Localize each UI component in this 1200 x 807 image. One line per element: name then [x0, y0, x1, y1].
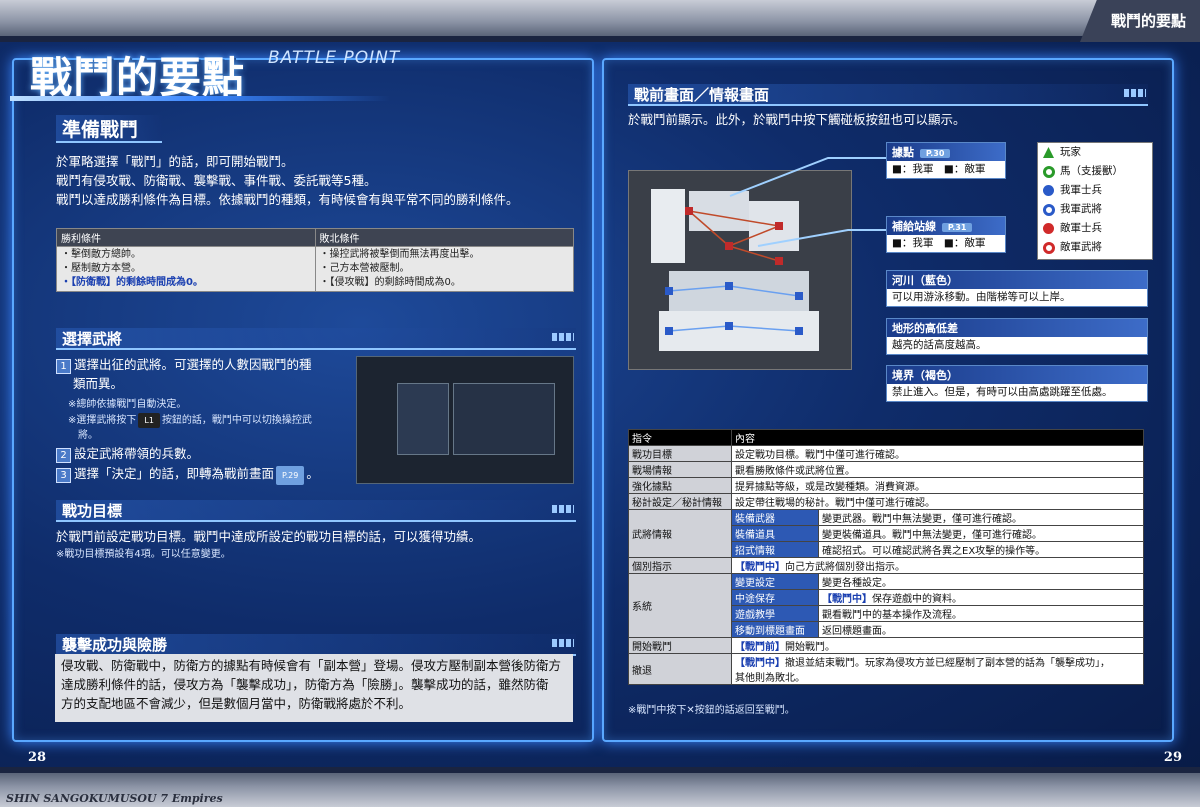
legend-enemy-general: 敵軍武將 [1038, 238, 1152, 257]
table-row: 開始戰鬥 【戰鬥前】開始戰鬥。 [628, 637, 1144, 654]
top-bar [0, 0, 1200, 36]
prebattle-heading: 戰前畫面／情報畫面 [628, 84, 1148, 106]
prep-line-2: 戰鬥有侵攻戰、防衛戰、襲擊戰、事件戰、委託戰等5種。 [56, 173, 377, 188]
prep-line-1: 於軍略選擇「戰鬥」的話，即可開始戰鬥。 [56, 154, 294, 169]
table-row: 戰功目標 設定戰功目標。戰鬥中僅可進行確認。 [628, 445, 1144, 462]
condition-table: 勝利條件 敗北條件 ・擊倒敵方總帥。 ・壓制敵方本營。 ・【防衛戰】的剩餘時間成為0… [56, 228, 574, 292]
table-row: 武將情報 裝備武器 變更武器。戰鬥中無法變更，僅可進行確認。 [628, 509, 1144, 558]
lose-header: 敗北條件 [314, 228, 574, 247]
select-heading: 選擇武將 [56, 328, 576, 350]
general-select-screenshot [356, 356, 574, 484]
legend-player: 玩家 [1038, 143, 1152, 162]
legend-enemy-soldier: 敵軍士兵 [1038, 219, 1152, 238]
select-note-2: ※選擇武將按下 L1 按鈕的話，戰鬥中可以切換操控武 將。 [68, 413, 312, 441]
select-note-1: ※總帥依據戰鬥自動決定。 [68, 399, 187, 410]
prebattle-intro: 於戰鬥前顯示。此外，於戰鬥中按下觸碰板按鈕也可以顯示。 [628, 112, 966, 127]
top-bar-shadow [0, 36, 1200, 42]
merit-heading: 戰功目標 [56, 500, 576, 522]
supply-callout: 補給站線 P.31 ■：我軍 ■：敵軍 [886, 216, 1006, 253]
legend-ally-soldier: 我軍士兵 [1038, 181, 1152, 200]
river-callout: 河川（藍色） 可以用游泳移動。由階梯等可以上岸。 [886, 270, 1148, 307]
bottom-bar-shadow [0, 767, 1200, 773]
select-step-3: 3 選擇「決定」的話，即轉為戰前畫面 P.29。 [56, 464, 319, 485]
base-callout: 據點 P.30 ■：我軍 ■：敵軍 [886, 142, 1006, 179]
table-row: 系統 變更設定 變更各種設定。 [628, 573, 1144, 638]
select-step-1: 1 選擇出征的武將。可選擇的人數因戰鬥的種 類而異。 [56, 355, 351, 393]
merit-text: 於戰鬥前設定戰功目標。戰鬥中達成所設定的戰功目標的話，可以獲得功績。 [56, 529, 482, 544]
header-right-title: 戰鬥的要點 [1110, 12, 1186, 30]
legend-horse: 馬（支援獸） [1038, 162, 1152, 181]
table-row: 強化據點 提昇據點等級，或是改變種類。消費資源。 [628, 477, 1144, 494]
table-row: 戰場情報 觀看勝敗條件或武將位置。 [628, 461, 1144, 478]
lose-conditions: ・操控武將被擊倒而無法再度出擊。 ・己方本營被壓制。 ・【侵攻戰】的剩餘時間成為0。 [314, 246, 574, 292]
border-callout: 境界（褐色） 禁止進入。但是，有時可以由高處跳躍至低處。 [886, 365, 1148, 402]
win-header: 勝利條件 [56, 228, 316, 247]
footer-game-title: SHIN SANGOKUMUSOU 7 Empires [6, 792, 223, 805]
cmd-col-2: 內容 [731, 429, 1144, 446]
table-row: 個別指示 【戰鬥中】向己方武將個別發出指示。 [628, 557, 1144, 574]
map-legend: 玩家 馬（支援獸） 我軍士兵 我軍武將 敵軍士兵 敵軍武將 [1037, 142, 1153, 260]
page-number-left: 28 [28, 750, 47, 765]
select-step-2: 2 設定武將帶領的兵數。 [56, 444, 199, 463]
prebattle-footnote: ※戰鬥中按下✕按鈕的話返回至戰鬥。 [628, 705, 795, 716]
prep-line-3: 戰鬥以達成勝利條件為目標。依據戰鬥的種類，有時候會有與平常不同的勝利條件。 [56, 192, 519, 207]
command-table: 指令 內容 戰功目標 設定戰功目標。戰鬥中僅可進行確認。 戰場情報 觀看勝敗條件或武將… [628, 429, 1144, 685]
title-underline [10, 96, 390, 101]
prep-heading: 準備戰鬥 [56, 115, 162, 143]
table-row: 撤退 【戰鬥中】撤退並結束戰鬥。玩家為侵攻方並已經壓制了副本營的話為「襲擊成功」，… [628, 653, 1144, 685]
legend-ally-general: 我軍武將 [1038, 200, 1152, 219]
height-callout: 地形的高低差 越亮的話高度越高。 [886, 318, 1148, 355]
header-tab: 戰鬥的要點 [1080, 0, 1200, 42]
main-subtitle: BATTLE POINT [268, 48, 401, 68]
cmd-col-1: 指令 [628, 429, 732, 446]
win-conditions: ・擊倒敵方總帥。 ・壓制敵方本營。 ・【防衛戰】的剩餘時間成為0。 [56, 246, 316, 292]
table-row: 秘計設定／秘計情報 設定帶往戰場的秘計。戰鬥中僅可進行確認。 [628, 493, 1144, 510]
callout-lines [729, 157, 888, 247]
raid-box: 侵攻戰、防衛戰中，防衛方的據點有時候會有「副本營」登場。侵攻方壓制副本營後防衛方… [55, 654, 573, 722]
page-number-right: 29 [1163, 750, 1182, 765]
merit-note: ※戰功目標預設有4項。可以任意變更。 [56, 549, 231, 560]
raid-heading: 襲擊成功與險勝 [56, 634, 576, 656]
